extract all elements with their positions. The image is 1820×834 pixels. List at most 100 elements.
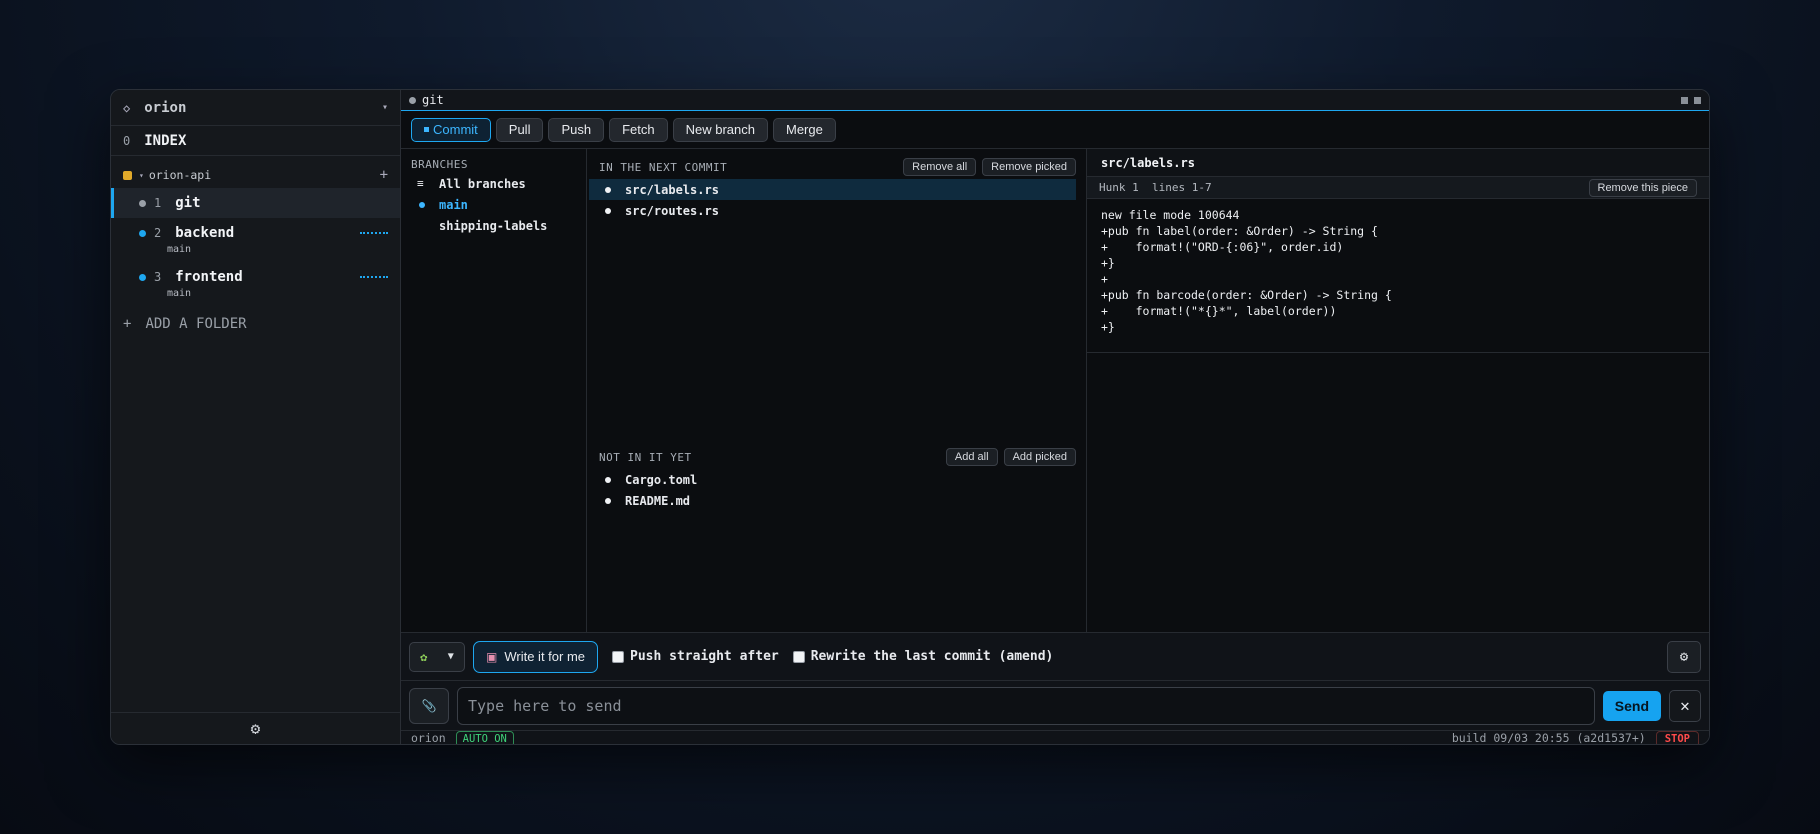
file-dot-icon xyxy=(605,497,611,504)
diff-file-title: src/labels.rs xyxy=(1087,149,1709,177)
folder-name: orion-api xyxy=(148,168,212,182)
app-window: ◇ orion ▾ 0 INDEX ▾ orion-api + 1 git 2 xyxy=(110,89,1710,745)
workspace-name: orion xyxy=(144,99,187,116)
gear-icon: ⚙ xyxy=(250,719,261,738)
staged-section: IN THE NEXT COMMIT Remove all Remove pic… xyxy=(587,149,1086,221)
auto-badge[interactable]: AUTO ON xyxy=(455,731,514,744)
session-name: backend xyxy=(175,225,235,241)
fetch-button[interactable]: Fetch xyxy=(609,117,668,142)
file-name: Cargo.toml xyxy=(625,472,698,487)
status-bar: orion AUTO ON build 09/03 20:55 (a2d1537… xyxy=(401,730,1709,744)
paperclip-icon: 📎 xyxy=(421,698,437,713)
gear-icon: ⚙ xyxy=(1679,648,1689,665)
staged-file-row[interactable]: src/labels.rs xyxy=(589,179,1076,200)
list-icon: ≡ xyxy=(417,177,424,190)
all-branches-item[interactable]: ≡ All branches xyxy=(411,173,576,194)
send-button[interactable]: Send xyxy=(1602,690,1661,721)
staged-title: IN THE NEXT COMMIT xyxy=(599,160,728,174)
add-picked-button[interactable]: Add picked xyxy=(1003,448,1076,466)
collapse-triangle-icon[interactable]: ▾ xyxy=(139,171,144,180)
status-dot-icon xyxy=(139,273,146,281)
branch-item-shipping-labels[interactable]: shipping-labels xyxy=(411,215,576,236)
session-name: frontend xyxy=(175,269,243,285)
session-item-backend[interactable]: 2 backend main xyxy=(111,218,400,262)
add-folder-button[interactable]: + ADD A FOLDER xyxy=(111,306,400,342)
file-dot-icon xyxy=(605,476,611,483)
folder-group[interactable]: ▾ orion-api + xyxy=(111,162,400,188)
remove-picked-button[interactable]: Remove picked xyxy=(982,158,1076,176)
session-name: git xyxy=(175,195,201,211)
diff-pane: src/labels.rs Hunk 1 lines 1-7 Remove th… xyxy=(1087,149,1709,632)
index-label: INDEX xyxy=(144,132,187,149)
activity-indicator xyxy=(360,276,388,278)
file-dot-icon xyxy=(605,207,611,214)
folder-color-icon xyxy=(123,170,132,180)
checkbox-box[interactable] xyxy=(792,650,805,663)
write-it-for-me-button[interactable]: ▣ Write it for me xyxy=(473,640,599,673)
branch-label: shipping-labels xyxy=(439,218,548,233)
pane-controls xyxy=(1681,96,1701,104)
session-branch: main xyxy=(167,288,192,299)
workspace-switcher[interactable]: ◇ orion ▾ xyxy=(111,90,400,126)
git-panes: BRANCHES ≡ All branches main shipping-la… xyxy=(401,149,1709,632)
unstaged-file-row[interactable]: README.md xyxy=(589,490,1076,511)
maximize-icon[interactable] xyxy=(1694,96,1701,104)
current-branch-icon xyxy=(419,201,425,208)
message-input[interactable] xyxy=(457,686,1595,725)
merge-button[interactable]: Merge xyxy=(773,117,836,142)
add-all-button[interactable]: Add all xyxy=(945,448,998,466)
status-dot-icon xyxy=(139,229,146,237)
commit-label: Commit xyxy=(433,122,478,137)
branch-label: main xyxy=(439,197,468,212)
commit-options-bar: ✿ ▼ ▣ Write it for me Push straight afte… xyxy=(401,632,1709,680)
model-select[interactable]: ✿ ▼ xyxy=(409,641,465,672)
session-number: 2 xyxy=(154,226,162,240)
activity-indicator xyxy=(360,232,388,234)
status-dot-icon xyxy=(409,96,416,104)
commit-button[interactable]: Commit xyxy=(411,117,491,142)
remove-piece-button[interactable]: Remove this piece xyxy=(1588,178,1697,197)
chevron-down-icon[interactable]: ▾ xyxy=(382,102,388,113)
add-session-button[interactable]: + xyxy=(380,167,388,183)
unstaged-file-row[interactable]: Cargo.toml xyxy=(589,469,1076,490)
session-number: 3 xyxy=(154,270,162,284)
close-icon[interactable]: ✕ xyxy=(1669,689,1701,722)
pane-title: git xyxy=(422,93,444,107)
branch-item-main[interactable]: main xyxy=(411,194,576,215)
sidebar-item-index[interactable]: 0 INDEX xyxy=(111,126,400,156)
unstaged-section: NOT IN IT YET Add all Add picked Cargo.t… xyxy=(587,439,1086,511)
sprout-icon: ✿ xyxy=(420,649,428,664)
hunk-label: Hunk 1 lines 1-7 xyxy=(1099,181,1212,194)
diff-content: new file mode 100644 +pub fn label(order… xyxy=(1087,199,1709,353)
attach-button[interactable]: 📎 xyxy=(409,687,449,724)
git-toolbar: Commit Pull Push Fetch New branch Merge xyxy=(401,111,1709,149)
staged-file-row[interactable]: src/routes.rs xyxy=(589,200,1076,221)
commit-settings-button[interactable]: ⚙ xyxy=(1667,640,1701,673)
amend-label: Rewrite the last commit (amend) xyxy=(810,649,1054,664)
all-branches-label: All branches xyxy=(439,176,526,191)
settings-button[interactable]: ⚙ xyxy=(111,712,400,744)
new-branch-button[interactable]: New branch xyxy=(672,117,768,142)
pull-button[interactable]: Pull xyxy=(495,117,544,142)
write-label: Write it for me xyxy=(504,649,586,664)
amend-checkbox[interactable]: Rewrite the last commit (amend) xyxy=(792,649,1054,664)
remove-all-button[interactable]: Remove all xyxy=(903,158,977,176)
file-dot-icon xyxy=(605,186,611,193)
stop-button[interactable]: STOP xyxy=(1655,731,1699,744)
unstaged-title: NOT IN IT YET xyxy=(599,450,692,464)
session-item-git[interactable]: 1 git xyxy=(111,188,400,218)
session-item-frontend[interactable]: 3 frontend main xyxy=(111,262,400,306)
main-panel: git Commit Pull Push Fetch New branch Me… xyxy=(401,90,1709,744)
push-after-checkbox[interactable]: Push straight after xyxy=(612,649,779,664)
active-marker-icon xyxy=(424,127,429,132)
split-icon[interactable] xyxy=(1681,96,1688,104)
hunk-header: Hunk 1 lines 1-7 Remove this piece xyxy=(1087,177,1709,199)
session-branch: main xyxy=(167,244,192,255)
plus-icon: + xyxy=(123,316,132,332)
push-button[interactable]: Push xyxy=(548,117,605,142)
status-dot-icon xyxy=(139,199,146,207)
message-input-bar: 📎 Send ✕ xyxy=(401,680,1709,730)
files-pane: IN THE NEXT COMMIT Remove all Remove pic… xyxy=(587,149,1087,632)
push-after-label: Push straight after xyxy=(630,649,779,664)
checkbox-box[interactable] xyxy=(612,650,625,663)
